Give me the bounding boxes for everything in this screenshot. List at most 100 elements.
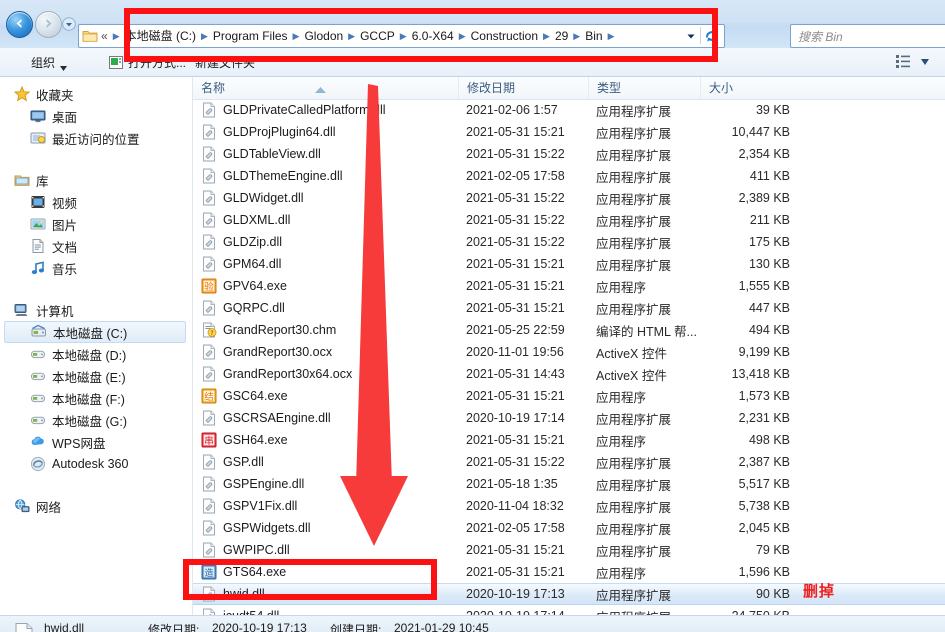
cell-name: GLDPrivateCalledPlatform.dll [193, 102, 458, 118]
breadcrumb-item-2[interactable]: Glodon [303, 27, 344, 45]
open-with-button[interactable]: 打开方式... [104, 52, 191, 72]
star-icon [13, 85, 31, 102]
table-row[interactable]: GrandReport30x64.ocx 2021-05-31 14:43 Acti… [193, 363, 945, 385]
cell-name: GSCRSAEngine.dll [193, 410, 458, 426]
table-row[interactable]: 造 GTS64.exe 2021-05-31 15:21 应用程序 1,596 KB [193, 561, 945, 583]
cell-type: 应用程序扩展 [596, 104, 672, 119]
navigation-pane[interactable]: 收藏夹桌面最近访问的位置库视频 图片 文档 音乐计算机 本地磁盘 (C:) 本地磁盘 (D… [0, 77, 193, 615]
table-row[interactable]: GSPWidgets.dll 2021-02-05 17:58 应用程序扩展 2,04… [193, 517, 945, 539]
column-header-date[interactable]: 修改日期 [458, 77, 588, 99]
table-row[interactable]: GLDThemeEngine.dll 2021-02-05 17:58 应用程序扩展… [193, 165, 945, 187]
forward-button[interactable] [35, 11, 62, 38]
table-row[interactable]: GrandReport30.ocx 2020-11-01 19:56 ActiveX… [193, 341, 945, 363]
cell-type: 应用程序扩展 [596, 456, 672, 471]
sidebar-item-本地磁盘 (D:)[interactable]: 本地磁盘 (D:) [0, 343, 192, 365]
sidebar-group-网络[interactable]: 网络 [0, 495, 192, 517]
file-name: GSPV1Fix.dll [223, 499, 298, 513]
table-row[interactable]: GLDZip.dll 2021-05-31 15:22 应用程序扩展 175 KB [193, 231, 945, 253]
sidebar-item-本地磁盘 (E:)[interactable]: 本地磁盘 (E:) [0, 365, 192, 387]
hdd-icon [30, 412, 46, 428]
sidebar-group-label: 收藏夹 [36, 88, 74, 103]
sidebar-group-库[interactable]: 库 [0, 169, 192, 191]
breadcrumb-item-7[interactable]: Bin [584, 27, 603, 45]
file-list-pane[interactable]: 名称 修改日期 类型 大小 GLDPrivateCalledPlatform.d… [193, 77, 945, 615]
breadcrumb-item-5[interactable]: Construction [470, 27, 539, 45]
file-name: GLDXML.dll [223, 213, 291, 227]
sidebar-item-label: 本地磁盘 (F:) [52, 392, 125, 407]
desktop-icon [30, 108, 46, 124]
cell-size: 79 KB [755, 543, 790, 557]
breadcrumb-sep: ▶ [458, 30, 466, 41]
file-name: GPV64.exe [223, 279, 287, 293]
sidebar-item-图片[interactable]: 图片 [0, 213, 192, 235]
sidebar-item-label: 最近访问的位置 [52, 132, 140, 147]
breadcrumb-overflow[interactable]: « [100, 27, 109, 45]
table-row[interactable]: GQRPC.dll 2021-05-31 15:21 应用程序扩展 447 KB [193, 297, 945, 319]
search-input[interactable]: 搜索 Bin [790, 24, 945, 48]
column-header-size[interactable]: 大小 [700, 77, 800, 99]
breadcrumb-item-1[interactable]: Program Files [212, 27, 289, 45]
back-button[interactable] [6, 11, 33, 38]
file-name: GLDPrivateCalledPlatform.dll [223, 103, 386, 117]
table-row[interactable]: icudt54.dll2020-10-19 17:14应用程序扩展24,750 … [193, 605, 945, 615]
cell-name: GWPIPC.dll [193, 542, 458, 558]
breadcrumb-item-4[interactable]: 6.0-X64 [411, 27, 455, 45]
sidebar-item-本地磁盘 (F:)[interactable]: 本地磁盘 (F:) [0, 387, 192, 409]
recent-pages-chevron-down-icon[interactable] [62, 17, 76, 31]
cell-type: 应用程序扩展 [596, 126, 672, 141]
table-row[interactable]: GLDTableView.dll 2021-05-31 15:22 应用程序扩展 2,… [193, 143, 945, 165]
sidebar-item-Autodesk 360[interactable]: Autodesk 360 [0, 453, 192, 475]
sidebar-divider [0, 149, 192, 163]
svg-text:造: 造 [204, 567, 213, 579]
view-chevron-down-icon[interactable] [921, 54, 929, 68]
table-row[interactable]: 结 GSC64.exe 2021-05-31 15:21 应用程序 1,573 KB [193, 385, 945, 407]
refresh-icon[interactable] [704, 28, 720, 44]
sidebar-item-最近访问的位置[interactable]: 最近访问的位置 [0, 127, 192, 149]
table-row[interactable]: ? GrandReport30.chm 2021-05-25 22:59 编译的 HT… [193, 319, 945, 341]
cell-name: GSPWidgets.dll [193, 520, 458, 536]
organize-button[interactable]: 组织 [26, 52, 72, 72]
table-row[interactable]: GLDProjPlugin64.dll 2021-05-31 15:21 应用程序扩… [193, 121, 945, 143]
cell-type: 应用程序扩展 [596, 258, 672, 273]
table-row[interactable]: GSCRSAEngine.dll 2020-10-19 17:14 应用程序扩展 2,… [193, 407, 945, 429]
view-options-button[interactable] [896, 54, 929, 68]
cell-size: 498 KB [748, 433, 790, 447]
sidebar-item-WPS网盘[interactable]: WPS网盘 [0, 431, 192, 453]
sidebar-item-label: 桌面 [52, 110, 78, 125]
sidebar-item-本地磁盘 (C:)[interactable]: 本地磁盘 (C:) [4, 321, 186, 343]
sidebar-item-本地磁盘 (G:)[interactable]: 本地磁盘 (G:) [0, 409, 192, 431]
hdd-system-icon [31, 324, 47, 340]
new-folder-button[interactable]: 新建文件夹 [190, 52, 260, 72]
sidebar-item-桌面[interactable]: 桌面 [0, 105, 192, 127]
table-row[interactable]: GSP.dll 2021-05-31 15:22 应用程序扩展 2,387 KB [193, 451, 945, 473]
table-row[interactable]: hwid.dll 2020-10-19 17:13 应用程序扩展 90 KB [193, 583, 945, 605]
table-row[interactable]: 验 GPV64.exe 2021-05-31 15:21 应用程序 1,555 KB [193, 275, 945, 297]
column-header-type[interactable]: 类型 [588, 77, 700, 99]
app-blue-icon: 造 [201, 564, 217, 580]
address-bar[interactable]: « ▶ 本地磁盘 (C:) ▶ Program Files ▶ Glodon ▶… [78, 24, 725, 48]
breadcrumb-item-0[interactable]: 本地磁盘 (C:) [124, 27, 197, 45]
table-row[interactable]: GLDWidget.dll 2021-05-31 15:22 应用程序扩展 2,389… [193, 187, 945, 209]
dll-icon [201, 542, 217, 558]
sidebar-item-label: 本地磁盘 (E:) [52, 370, 126, 385]
table-row[interactable]: 串 GSH64.exe 2021-05-31 15:21 应用程序 498 KB [193, 429, 945, 451]
dll-icon [201, 410, 217, 426]
sidebar-group-收藏夹[interactable]: 收藏夹 [0, 83, 192, 105]
dll-icon [201, 124, 217, 140]
table-row[interactable]: GSPEngine.dll 2021-05-18 1:35 应用程序扩展 5,517 … [193, 473, 945, 495]
dll-icon [201, 520, 217, 536]
table-row[interactable]: GSPV1Fix.dll 2020-11-04 18:32 应用程序扩展 5,738 … [193, 495, 945, 517]
breadcrumb-item-3[interactable]: GCCP [359, 27, 396, 45]
cell-size: 1,573 KB [738, 389, 790, 403]
sidebar-group-计算机[interactable]: 计算机 [0, 299, 192, 321]
sidebar-item-音乐[interactable]: 音乐 [0, 257, 192, 279]
table-row[interactable]: GPM64.dll 2021-05-31 15:21 应用程序扩展 130 KB [193, 253, 945, 275]
sidebar-item-文档[interactable]: 文档 [0, 235, 192, 257]
sidebar-item-视频[interactable]: 视频 [0, 191, 192, 213]
address-chevron-down-icon[interactable] [684, 29, 698, 43]
column-header-name[interactable]: 名称 [193, 77, 458, 99]
table-row[interactable]: GWPIPC.dll 2021-05-31 15:21 应用程序扩展 79 KB [193, 539, 945, 561]
table-row[interactable]: GLDPrivateCalledPlatform.dll 2021-02-06 1… [193, 99, 945, 121]
table-row[interactable]: GLDXML.dll 2021-05-31 15:22 应用程序扩展 211 KB [193, 209, 945, 231]
breadcrumb-item-6[interactable]: 29 [554, 27, 569, 45]
